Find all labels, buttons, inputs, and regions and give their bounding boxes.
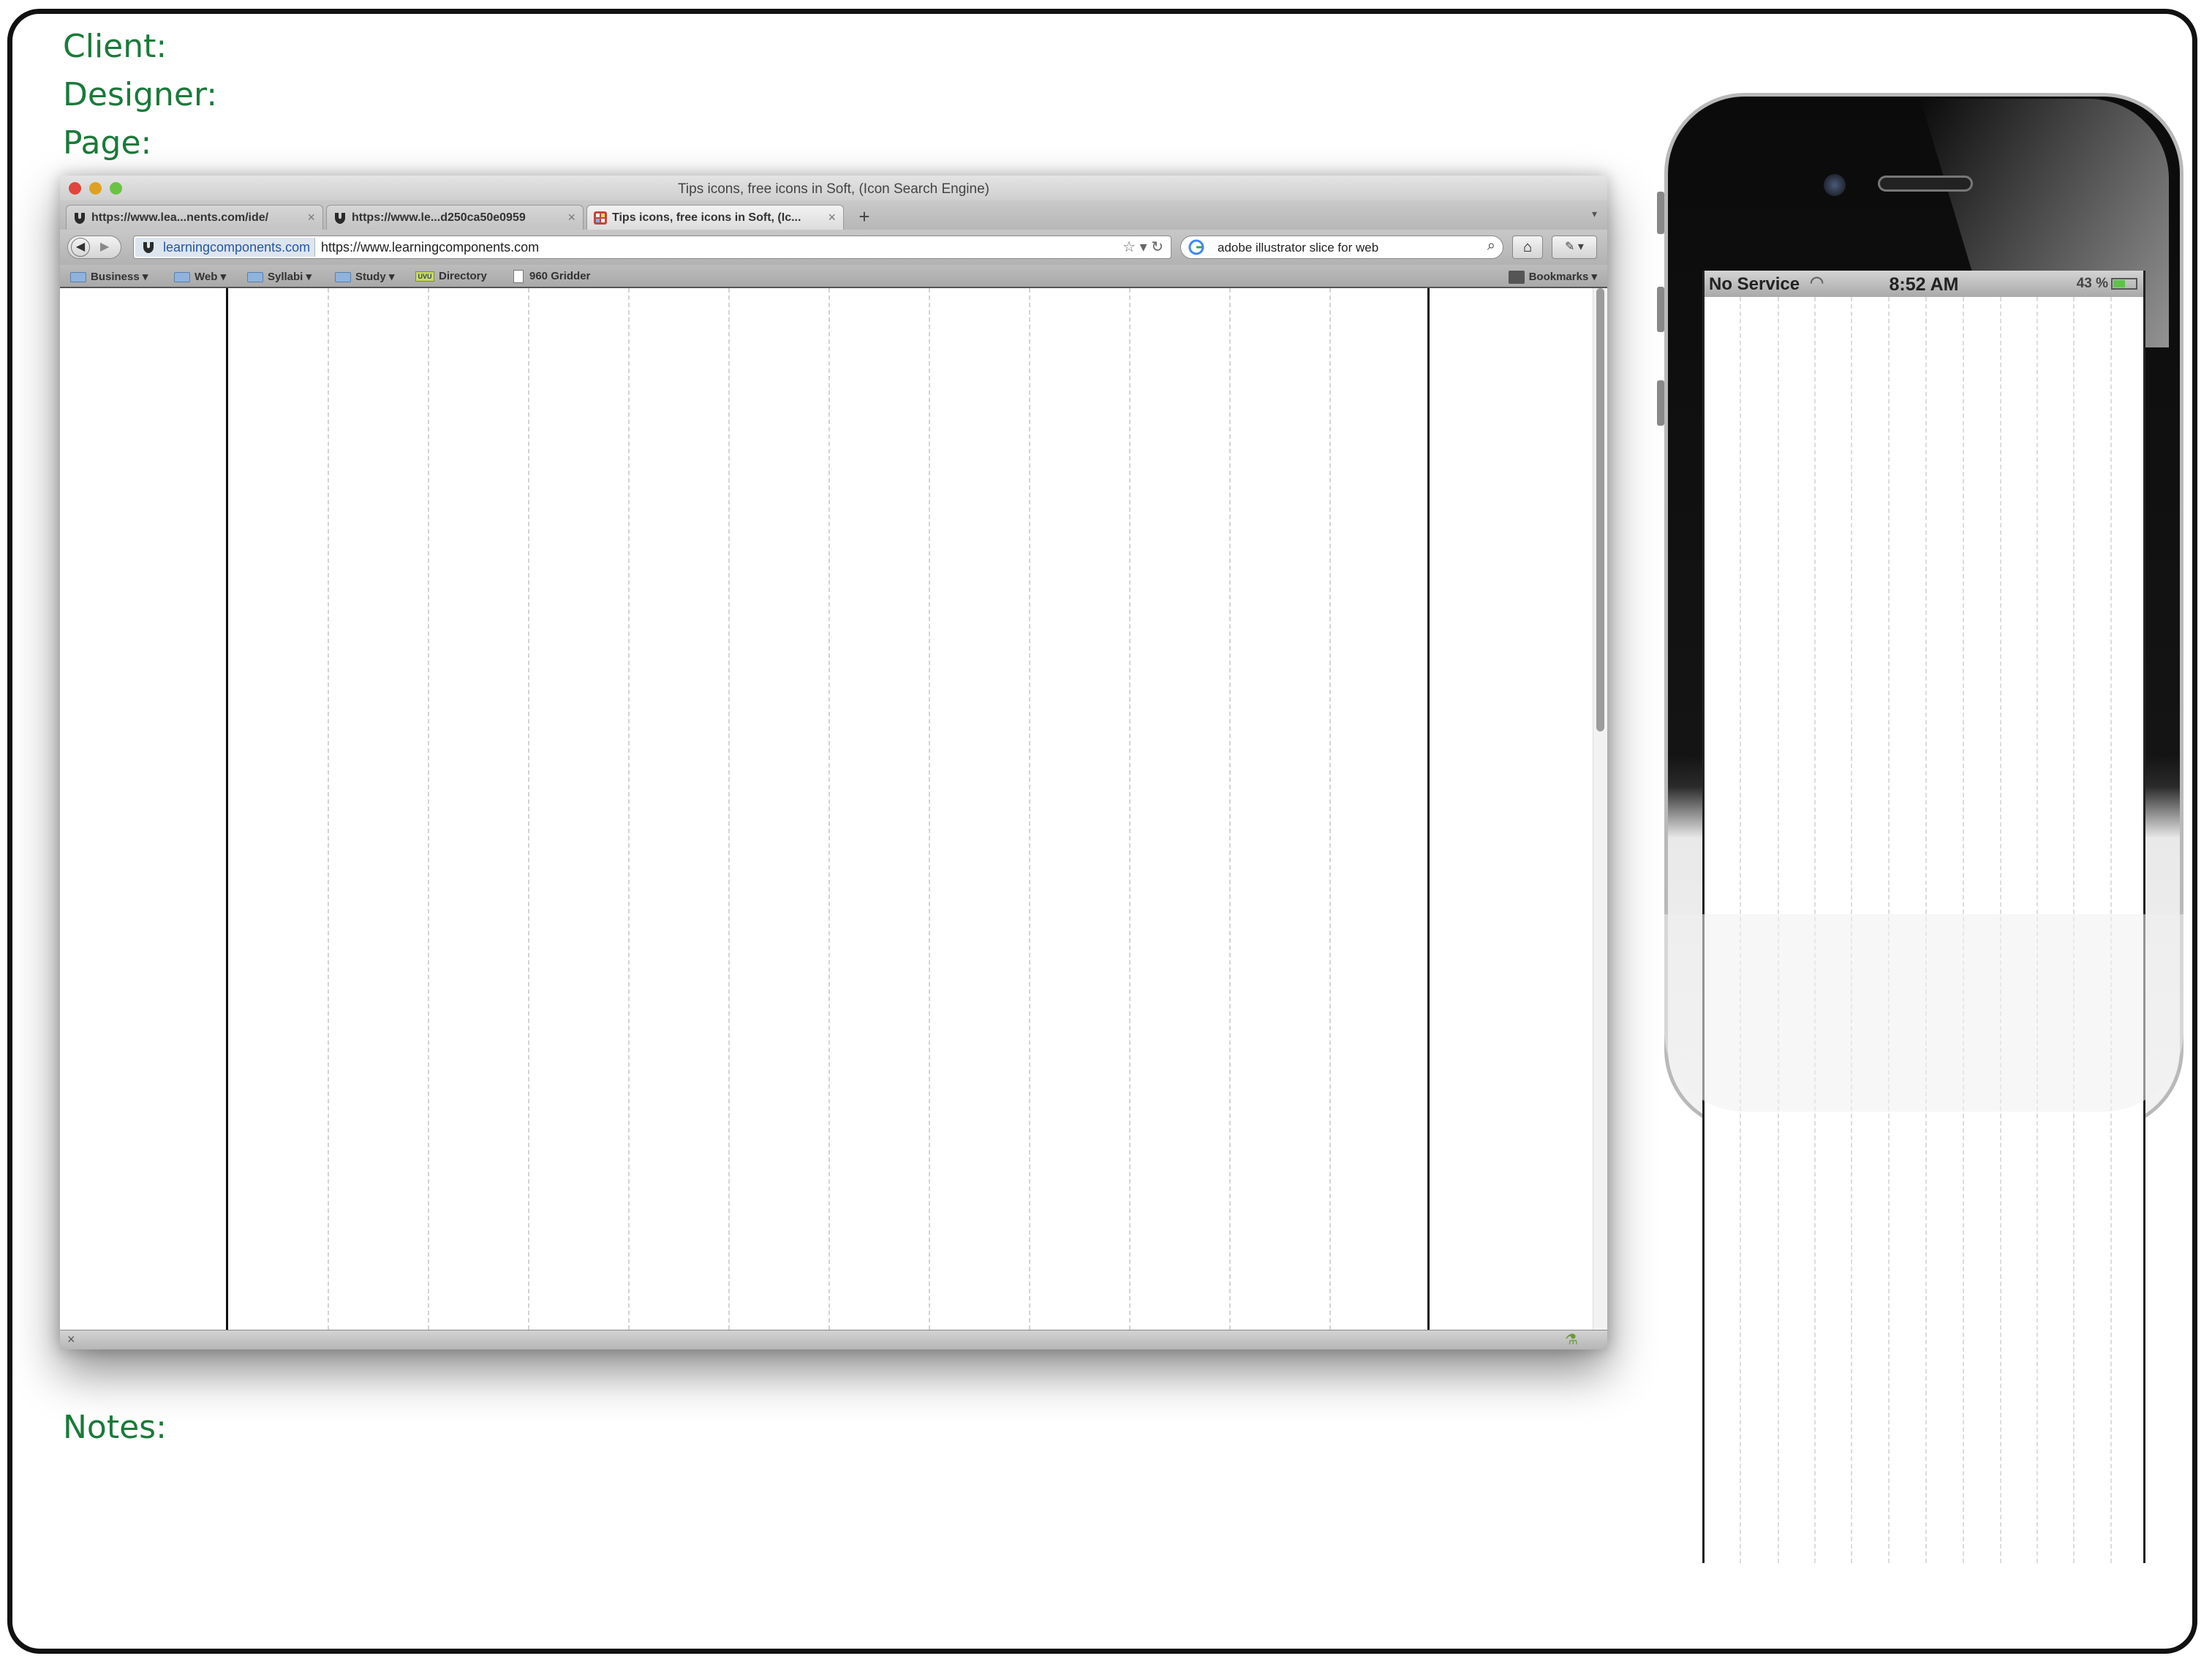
close-tab-icon[interactable]: ×: [567, 210, 575, 225]
bookmark-folder-syllabi[interactable]: Syllabi ▾: [247, 270, 312, 283]
bookmark-label: Study: [355, 271, 386, 283]
folder-icon: [335, 272, 351, 283]
uvu-icon: UVU: [415, 271, 434, 282]
icon-search-favicon-icon: [594, 211, 607, 225]
tab-strip: https://www.lea...nents.com/ide/ × https…: [60, 200, 1607, 230]
bookmarks-toolbar: Business ▾ Web ▾ Syllabi ▾ Study ▾ UVU Di…: [60, 265, 1607, 288]
bookmark-label: 960 Gridder: [529, 270, 591, 282]
folder-icon: [174, 272, 190, 283]
site-identity-label: learningcomponents.com: [163, 240, 311, 255]
tab-1[interactable]: https://www.lea...nents.com/ide/ ×: [66, 205, 323, 230]
bookmarks-menu-button[interactable]: Bookmarks ▾: [1508, 270, 1597, 285]
grid-column-line: [1129, 288, 1130, 1330]
grid-column-line: [828, 288, 830, 1330]
phone-status-bar: No Service ◠ 8:52 AM 43 %: [1705, 271, 2143, 297]
battery-percent: 43 %: [2076, 276, 2108, 291]
faded-home-area: [1664, 914, 2183, 1112]
google-search-engine-icon[interactable]: [1188, 239, 1204, 255]
tab-label: https://www.le...d250ca50e0959: [352, 211, 526, 224]
bookmark-folder-web[interactable]: Web ▾: [174, 270, 226, 283]
bookmark-label: Business: [91, 271, 140, 283]
grid-column-line: [528, 288, 529, 1330]
battery-icon: [2111, 277, 2137, 290]
bookmark-directory[interactable]: UVU Directory: [415, 270, 487, 282]
front-camera-icon: [1824, 174, 1846, 196]
close-add-on-bar-icon[interactable]: ×: [67, 1332, 75, 1347]
grid-column-line: [929, 288, 930, 1330]
new-tab-button[interactable]: +: [848, 206, 880, 228]
flask-icon[interactable]: ⚗: [1565, 1330, 1578, 1349]
search-query: adobe illustrator slice for web: [1218, 241, 1379, 255]
bookmark-label: Directory: [439, 270, 487, 282]
site-favicon-icon: [335, 213, 345, 224]
bookmark-label: Syllabi: [268, 271, 303, 283]
tab-list-menu-icon[interactable]: ▾: [1592, 208, 1597, 220]
extension-menu-button[interactable]: ✎ ▾: [1552, 236, 1597, 259]
tab-label: Tips icons, free icons in Soft, (Ic...: [612, 211, 801, 224]
grid-column-line: [1029, 288, 1030, 1330]
home-icon: ⌂: [1522, 239, 1533, 255]
add-on-bar: × ⚗: [60, 1330, 1607, 1349]
back-button[interactable]: ◀: [71, 238, 90, 257]
window-title: Tips icons, free icons in Soft, (Icon Se…: [678, 181, 989, 197]
notes-label: Notes:: [63, 1409, 167, 1446]
site-identity-button[interactable]: learningcomponents.com: [135, 238, 316, 257]
volume-down-button: [1657, 380, 1664, 426]
close-tab-icon[interactable]: ×: [307, 210, 315, 225]
grid-boundary-right: [1427, 288, 1430, 1330]
address-bar[interactable]: learningcomponents.com https://www.learn…: [133, 236, 1171, 259]
bookmark-folder-business[interactable]: Business ▾: [70, 270, 148, 283]
back-forward-group: ◀ ▶: [67, 236, 121, 259]
site-favicon-icon: [143, 242, 154, 253]
vertical-scrollbar[interactable]: [1593, 288, 1607, 1330]
mute-switch: [1657, 192, 1664, 234]
page-label: Page:: [63, 124, 152, 162]
navigation-toolbar: ◀ ▶ learningcomponents.com https://www.l…: [60, 230, 1607, 265]
tab-3-active[interactable]: Tips icons, free icons in Soft, (Ic... ×: [586, 205, 844, 230]
grid-column-line: [728, 288, 730, 1330]
home-button[interactable]: ⌂: [1512, 236, 1543, 259]
battery-indicator: 43 %: [2077, 276, 2137, 292]
search-icon[interactable]: ⌕: [1487, 238, 1495, 255]
bookmarks-menu-label: Bookmarks: [1528, 271, 1589, 283]
grid-boundary-left: [226, 288, 228, 1330]
folder-icon: [70, 272, 86, 283]
bookmark-folder-study[interactable]: Study ▾: [335, 270, 394, 283]
designer-label: Designer:: [63, 76, 218, 113]
grid-column-line: [1329, 288, 1331, 1330]
earpiece-speaker: [1878, 176, 1973, 192]
grid-column-line: [328, 288, 329, 1330]
bookmarks-icon: [1508, 271, 1525, 285]
bookmark-star-icon[interactable]: ☆ ▾ ↻: [1122, 238, 1163, 256]
page-icon: [513, 270, 524, 284]
tab-2[interactable]: https://www.le...d250ca50e0959 ×: [326, 205, 584, 230]
volume-up-button: [1657, 287, 1664, 332]
search-bar[interactable]: adobe illustrator slice for web ⌕: [1180, 236, 1503, 259]
close-tab-icon[interactable]: ×: [828, 210, 836, 225]
bookmark-960-gridder[interactable]: 960 Gridder: [513, 270, 591, 284]
page-content-grid: [60, 288, 1593, 1330]
title-bar: Tips icons, free icons in Soft, (Icon Se…: [60, 176, 1607, 200]
tab-label: https://www.lea...nents.com/ide/: [91, 211, 269, 224]
bookmark-label: Web: [195, 271, 218, 283]
folder-icon: [247, 272, 263, 283]
grid-column-line: [628, 288, 630, 1330]
browser-window: Tips icons, free icons in Soft, (Icon Se…: [60, 176, 1607, 1349]
url-text: https://www.learningcomponents.com: [321, 240, 540, 255]
site-favicon-icon: [75, 213, 85, 224]
grid-column-line: [428, 288, 429, 1330]
client-label: Client:: [63, 28, 167, 65]
forward-button[interactable]: ▶: [100, 239, 109, 254]
scrollbar-thumb[interactable]: [1596, 288, 1604, 731]
grid-column-line: [1229, 288, 1231, 1330]
